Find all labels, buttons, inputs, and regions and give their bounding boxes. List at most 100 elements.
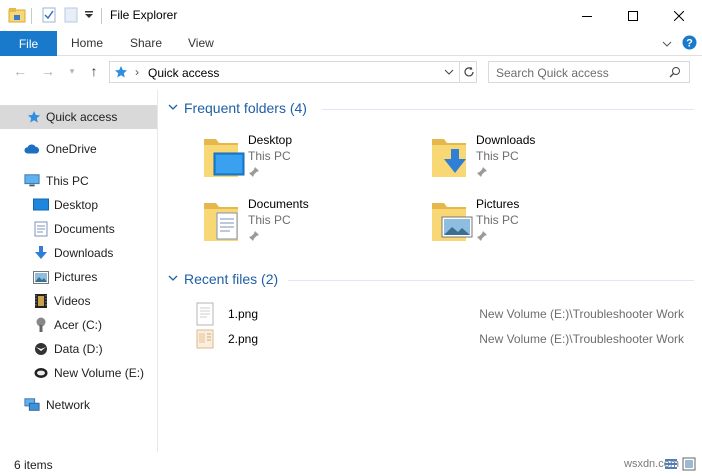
- help-icon[interactable]: ?: [682, 35, 697, 53]
- address-bar[interactable]: › Quick access: [109, 61, 477, 83]
- pictures-folder-icon: [432, 203, 473, 241]
- navigation-bar: ← → ▾ ↑ › Quick access Search Quick acce…: [0, 57, 702, 87]
- minimize-button[interactable]: [564, 0, 610, 31]
- sidebar-item-this-pc[interactable]: This PC: [0, 169, 157, 193]
- sidebar-item-desktop[interactable]: Desktop: [0, 193, 157, 217]
- sidebar-item-pictures[interactable]: Pictures: [0, 265, 157, 289]
- computer-icon: [24, 173, 40, 189]
- download-icon: [33, 245, 49, 261]
- sidebar-item-label: This PC: [46, 174, 89, 188]
- up-arrow-icon[interactable]: ↑: [86, 63, 102, 79]
- maximize-button[interactable]: [610, 0, 656, 31]
- sidebar-item-documents[interactable]: Documents: [0, 217, 157, 241]
- image-file-icon: [196, 302, 214, 326]
- address-dropdown-icon[interactable]: [444, 66, 454, 80]
- sidebar-item-label: Quick access: [46, 110, 118, 124]
- search-input[interactable]: Search Quick access: [488, 61, 690, 83]
- drive-icon: [33, 365, 49, 381]
- folder-name: Desktop: [248, 133, 293, 147]
- collapse-chevron-icon[interactable]: [168, 103, 178, 114]
- downloads-folder-icon: [432, 139, 466, 177]
- sidebar-item-videos[interactable]: Videos: [0, 289, 157, 313]
- folder-tile-downloads[interactable]: Downloads This PC: [430, 133, 650, 187]
- details-view-icon[interactable]: [664, 457, 678, 471]
- sidebar-item-network[interactable]: Network: [0, 393, 157, 417]
- folder-tile-documents[interactable]: Documents This PC: [202, 197, 422, 251]
- folder-tile-pictures[interactable]: Pictures This PC: [430, 197, 650, 251]
- documents-icon: [33, 221, 49, 237]
- pin-icon[interactable]: [248, 230, 260, 242]
- item-count: 6 items: [14, 458, 53, 472]
- close-button[interactable]: [656, 0, 702, 31]
- back-arrow-icon[interactable]: ←: [12, 63, 28, 79]
- list-item[interactable]: 1.png New Volume (E:)\Troubleshooter Wor…: [194, 302, 684, 326]
- desktop-icon: [33, 197, 49, 213]
- breadcrumb[interactable]: Quick access: [148, 66, 219, 80]
- divider: [31, 8, 32, 24]
- window-title: File Explorer: [110, 8, 178, 22]
- documents-folder-icon: [204, 203, 238, 241]
- refresh-button[interactable]: [459, 61, 477, 83]
- sidebar-item-label: Desktop: [54, 198, 99, 212]
- star-icon: [26, 109, 42, 125]
- sidebar-item-label: New Volume (E:): [54, 366, 145, 380]
- sidebar-item-label: Pictures: [54, 270, 98, 284]
- sidebar-item-data-d[interactable]: Data (D:): [0, 337, 157, 361]
- recent-files-header[interactable]: Recent files (2): [168, 271, 278, 287]
- folder-location: This PC: [476, 149, 519, 163]
- group-title: Recent files (2): [184, 271, 279, 287]
- expand-ribbon-icon[interactable]: [662, 37, 672, 51]
- sidebar-item-acer-c[interactable]: Acer (C:): [0, 313, 157, 337]
- pin-icon[interactable]: [248, 166, 260, 178]
- search-placeholder: Search Quick access: [496, 66, 609, 80]
- properties-icon[interactable]: [42, 7, 56, 26]
- search-icon[interactable]: [669, 66, 681, 81]
- star-icon: [114, 65, 128, 82]
- title-bar: File Explorer: [0, 0, 702, 31]
- list-item[interactable]: 2.png New Volume (E:)\Troubleshooter Wor…: [194, 327, 684, 351]
- folder-app-icon[interactable]: [8, 7, 26, 26]
- large-icons-view-icon[interactable]: [682, 457, 696, 471]
- file-path: New Volume (E:)\Troubleshooter Work: [479, 307, 684, 321]
- group-title: Frequent folders (4): [184, 100, 307, 116]
- status-bar: 6 items wsxdn.com: [0, 452, 702, 476]
- tab-home[interactable]: Home: [71, 36, 103, 50]
- folder-name: Pictures: [476, 197, 520, 211]
- forward-arrow-icon[interactable]: →: [40, 63, 56, 79]
- navigation-pane: Quick access OneDrive This PC Desktop Do…: [0, 90, 158, 452]
- close-icon: [674, 10, 684, 21]
- sidebar-item-new-volume-e[interactable]: New Volume (E:): [0, 361, 157, 385]
- videos-icon: [33, 293, 49, 309]
- content-pane: Frequent folders (4) Desktop This PC Dow…: [160, 90, 702, 452]
- network-icon: [24, 397, 40, 413]
- sidebar-item-label: Data (D:): [54, 342, 103, 356]
- tab-share[interactable]: Share: [130, 36, 162, 50]
- sidebar-item-label: Acer (C:): [54, 318, 102, 332]
- divider: [101, 8, 102, 24]
- drive-icon: [33, 317, 49, 333]
- sidebar-item-onedrive[interactable]: OneDrive: [0, 137, 157, 161]
- folder-location: This PC: [248, 149, 291, 163]
- sidebar-item-downloads[interactable]: Downloads: [0, 241, 157, 265]
- tab-view[interactable]: View: [188, 36, 214, 50]
- folder-location: This PC: [248, 213, 291, 227]
- breadcrumb-chevron-icon[interactable]: ›: [135, 65, 139, 79]
- minimize-icon: [582, 15, 592, 17]
- sidebar-item-quick-access[interactable]: Quick access: [0, 105, 157, 129]
- recent-locations-icon[interactable]: ▾: [64, 63, 80, 79]
- new-folder-icon[interactable]: [64, 7, 78, 26]
- refresh-icon: [463, 66, 474, 77]
- frequent-folders-header[interactable]: Frequent folders (4): [168, 100, 307, 116]
- cloud-icon: [24, 141, 40, 157]
- sidebar-item-label: Videos: [54, 294, 91, 308]
- collapse-chevron-icon[interactable]: [168, 274, 178, 285]
- image-file-icon: [196, 329, 214, 349]
- divider: [322, 109, 694, 110]
- tab-file[interactable]: File: [0, 31, 57, 56]
- file-name: 2.png: [228, 332, 259, 346]
- maximize-icon: [628, 10, 638, 21]
- customize-dropdown-icon[interactable]: [84, 9, 94, 23]
- pin-icon[interactable]: [476, 230, 488, 242]
- pin-icon[interactable]: [476, 166, 488, 178]
- folder-tile-desktop[interactable]: Desktop This PC: [202, 133, 422, 187]
